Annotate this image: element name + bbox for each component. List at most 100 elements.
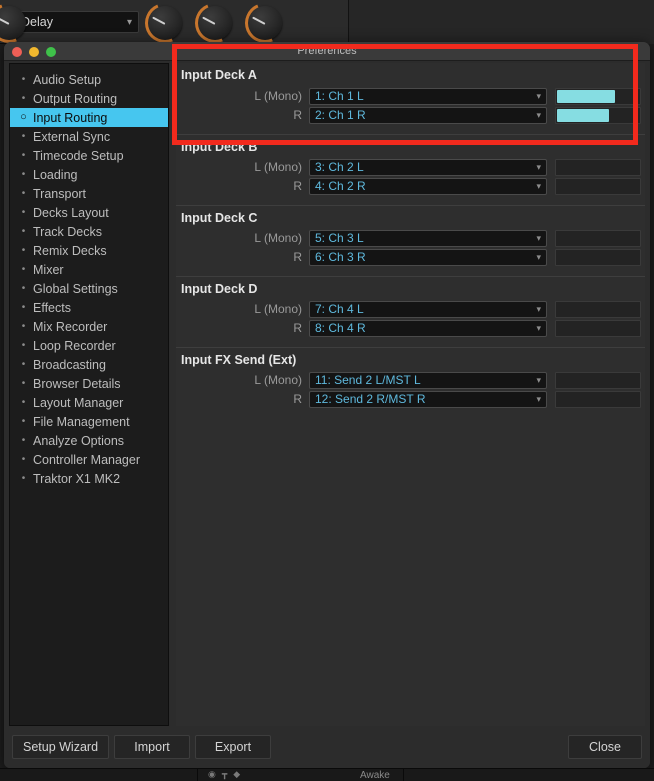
channel-label: R: [176, 108, 309, 122]
chevron-down-icon: ▾: [536, 111, 541, 120]
input-channel-select[interactable]: 11: Send 2 L/MST L▾: [309, 372, 547, 389]
bullet-icon: •: [18, 303, 29, 313]
sidebar-item-controller-manager[interactable]: • Controller Manager: [10, 450, 168, 469]
application-root: Delay ▾ Preferences: [0, 0, 654, 780]
routing-row: L (Mono)1: Ch 1 L▾: [176, 87, 645, 105]
channel-label: L (Mono): [176, 302, 309, 316]
fx-knob-2[interactable]: [198, 6, 232, 40]
channel-label: R: [176, 321, 309, 335]
level-meter: [555, 301, 641, 318]
input-channel-select[interactable]: 4: Ch 2 R▾: [309, 178, 547, 195]
sidebar-item-output-routing[interactable]: •Output Routing: [10, 89, 168, 108]
input-channel-select-value: 3: Ch 2 L: [315, 160, 536, 174]
fx-top-strip: Delay ▾: [0, 0, 654, 44]
routing-row: L (Mono)3: Ch 2 L▾: [176, 158, 645, 176]
section-header: Input FX Send (Ext): [176, 347, 645, 371]
sidebar-item-label: Controller Manager: [33, 453, 140, 467]
bullet-icon: •: [18, 208, 29, 218]
close-button[interactable]: Close: [568, 735, 642, 759]
chevron-down-icon: ▾: [536, 163, 541, 172]
chevron-down-icon: ▾: [536, 305, 541, 314]
sidebar-item-layout-manager[interactable]: •Layout Manager: [10, 393, 168, 412]
sidebar-item-remix-decks[interactable]: •Remix Decks: [10, 241, 168, 260]
input-channel-select-value: 8: Ch 4 R: [315, 321, 536, 335]
sidebar-item-track-decks[interactable]: •Track Decks: [10, 222, 168, 241]
sidebar-item-broadcasting[interactable]: •Broadcasting: [10, 355, 168, 374]
bullet-icon: •: [18, 246, 29, 256]
sidebar-item-loop-recorder[interactable]: •Loop Recorder: [10, 336, 168, 355]
sidebar-item-audio-setup[interactable]: •Audio Setup: [10, 70, 168, 89]
input-channel-select[interactable]: 1: Ch 1 L▾: [309, 88, 547, 105]
bullet-icon: •: [18, 474, 29, 484]
section-header: Input Deck C: [176, 205, 645, 229]
sidebar-item-analyze-options[interactable]: •Analyze Options: [10, 431, 168, 450]
bullet-icon: •: [18, 284, 29, 294]
preferences-footer: Setup Wizard Import Export Close: [4, 726, 650, 768]
sidebar-item-input-routing[interactable]: ○Input Routing: [10, 108, 168, 127]
input-channel-select-value: 7: Ch 4 L: [315, 302, 536, 316]
sidebar-item-decks-layout[interactable]: • Decks Layout: [10, 203, 168, 222]
bullet-icon: •: [18, 436, 29, 446]
level-meter: [555, 372, 641, 389]
sidebar-item-browser-details[interactable]: •Browser Details: [10, 374, 168, 393]
bullet-icon: •: [18, 75, 29, 85]
input-channel-select[interactable]: 5: Ch 3 L▾: [309, 230, 547, 247]
setup-wizard-button[interactable]: Setup Wizard: [12, 735, 109, 759]
sidebar-item-loading[interactable]: • Loading: [10, 165, 168, 184]
sidebar-item-traktor-x1-mk2[interactable]: • Traktor X1 MK2: [10, 469, 168, 488]
fx-knob-1[interactable]: [148, 6, 182, 40]
sidebar-item-mix-recorder[interactable]: •Mix Recorder: [10, 317, 168, 336]
bullet-icon: •: [18, 360, 29, 370]
bullet-icon: •: [18, 227, 29, 237]
sidebar-item-file-management[interactable]: •File Management: [10, 412, 168, 431]
input-channel-select-value: 6: Ch 3 R: [315, 250, 536, 264]
level-meter-fill: [557, 90, 615, 103]
sidebar-item-transport[interactable]: •Transport: [10, 184, 168, 203]
input-channel-select-value: 2: Ch 1 R: [315, 108, 536, 122]
sidebar-item-label: Decks Layout: [33, 206, 109, 220]
fx-knob-3[interactable]: [248, 6, 282, 40]
input-channel-select[interactable]: 7: Ch 4 L▾: [309, 301, 547, 318]
routing-row: L (Mono)7: Ch 4 L▾: [176, 300, 645, 318]
channel-label: L (Mono): [176, 373, 309, 387]
chevron-down-icon: ▾: [536, 234, 541, 243]
bullet-icon: •: [18, 132, 29, 142]
import-button[interactable]: Import: [114, 735, 190, 759]
input-channel-select[interactable]: 8: Ch 4 R▾: [309, 320, 547, 337]
channel-label: L (Mono): [176, 160, 309, 174]
bullet-icon: •: [18, 455, 29, 465]
sidebar-item-mixer[interactable]: •Mixer: [10, 260, 168, 279]
channel-label: R: [176, 392, 309, 406]
fx-knob-partial[interactable]: [0, 6, 26, 40]
sidebar-item-timecode-setup[interactable]: •Timecode Setup: [10, 146, 168, 165]
application-status-bar: ◉ ┳ ◆ Awake: [0, 768, 654, 780]
section-spacer: [176, 196, 645, 205]
level-meter: [555, 391, 641, 408]
fx-effect-select[interactable]: Delay ▾: [14, 11, 139, 33]
preferences-sidebar[interactable]: •Audio Setup•Output Routing○Input Routin…: [9, 63, 169, 726]
chevron-down-icon: ▾: [536, 395, 541, 404]
sidebar-item-label: Traktor X1 MK2: [33, 472, 120, 486]
input-channel-select[interactable]: 6: Ch 3 R▾: [309, 249, 547, 266]
sidebar-item-global-settings[interactable]: •Global Settings: [10, 279, 168, 298]
routing-row: R12: Send 2 R/MST R▾: [176, 390, 645, 408]
chevron-down-icon: ▾: [536, 253, 541, 262]
status-awake-label: Awake: [360, 770, 390, 781]
sidebar-item-effects[interactable]: •Effects: [10, 298, 168, 317]
chevron-down-icon: ▾: [536, 324, 541, 333]
section-header: Input Deck D: [176, 276, 645, 300]
section-spacer: [176, 338, 645, 347]
input-channel-select[interactable]: 12: Send 2 R/MST R▾: [309, 391, 547, 408]
sidebar-item-external-sync[interactable]: •External Sync: [10, 127, 168, 146]
status-segment-left: [0, 769, 198, 781]
export-button[interactable]: Export: [195, 735, 271, 759]
sidebar-item-label: Loading: [33, 168, 78, 182]
sidebar-item-label: Layout Manager: [33, 396, 123, 410]
channel-label: L (Mono): [176, 89, 309, 103]
input-channel-select[interactable]: 3: Ch 2 L▾: [309, 159, 547, 176]
routing-row: L (Mono)11: Send 2 L/MST L▾: [176, 371, 645, 389]
sidebar-item-label: Mix Recorder: [33, 320, 107, 334]
bullet-icon: •: [18, 170, 29, 180]
input-channel-select[interactable]: 2: Ch 1 R▾: [309, 107, 547, 124]
bullet-icon: •: [18, 151, 29, 161]
